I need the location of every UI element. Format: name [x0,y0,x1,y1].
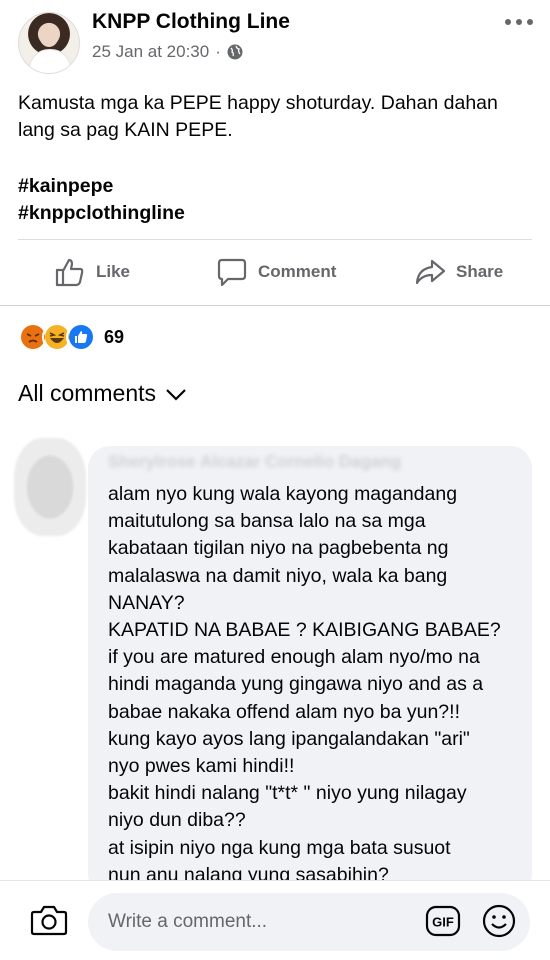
comment-line: alam nyo kung wala kayong magandang [108,483,458,505]
chevron-down-icon [166,388,186,401]
like-button[interactable]: Like [54,256,130,288]
like-reaction-icon [66,322,96,352]
hashtag-link[interactable]: #kainpepe [18,173,185,200]
comment-line: malalaswa na damit niyo, wala ka bang [108,564,448,587]
comment-icon [217,258,247,287]
comment-line: maitutulong sa bansa lalo na sa mga [108,510,426,533]
post-actions: Like Comment Share [0,242,550,304]
like-icon [55,258,84,287]
more-options-icon[interactable] [504,16,534,28]
comment-line: niyo dun diba?? [108,809,246,832]
commenter-avatar[interactable] [14,438,86,536]
share-icon [415,259,446,285]
comments-filter-label: All comments [18,380,157,406]
gif-label: GIF [432,915,454,930]
comments-filter[interactable]: All comments [18,380,188,407]
post-author[interactable]: KNPP Clothing Line [92,10,290,34]
reactions-summary[interactable]: 69 [18,322,124,352]
post-header: KNPP Clothing Line 25 Jan at 20:30 · [18,8,534,74]
commenter-name[interactable]: Sherylrose Alcazar Cornelio Dagang [108,452,468,472]
comment-line: nyo pwes kami hindi!! [108,755,295,778]
post-meta: 25 Jan at 20:30 · [92,42,243,62]
reaction-count: 69 [104,326,125,347]
comment-line: at isipin niyo nga kung mga bata susuot [108,836,451,859]
post-page: KNPP Clothing Line 25 Jan at 20:30 · Kam… [0,0,550,960]
divider [0,305,550,306]
comment-button[interactable]: Comment [216,256,336,288]
divider [18,239,532,240]
page-avatar[interactable] [18,12,80,74]
post-timestamp[interactable]: 25 Jan at 20:30 [92,42,209,62]
camera-icon[interactable] [30,903,68,937]
comment-text: alam nyo kung wala kayong magandang mait… [108,481,518,889]
comment-line: if you are matured enough alam nyo/mo na [108,646,480,669]
post-body-line: Kamusta mga ka PEPE happy shoturday. Dah… [18,92,498,114]
comment-line: hindi maganda yung gingawa niyo and as a [108,673,484,696]
comment-line: babae nakaka offend alam nyo ba yun?!! [108,700,460,723]
post-hashtags: #kainpepe #knppclothingline [18,173,185,227]
post-body-line: lang sa pag KAIN PEPE. [18,119,233,141]
comment-line: KAPATID NA BABAE ? KAIBIGANG BABAE? [108,619,501,642]
comment-input[interactable] [88,893,530,951]
share-label: Share [456,262,504,281]
like-label: Like [96,262,131,281]
comment-line: NANAY? [108,591,185,614]
emoji-icon[interactable] [481,903,517,939]
comment-composer: GIF [0,880,550,960]
share-button[interactable]: Share [414,256,503,288]
comment-line: bakit hindi nalang "t*t* " niyo yung nil… [108,782,467,805]
hashtag-link[interactable]: #knppclothingline [18,200,185,227]
post-body: Kamusta mga ka PEPE happy shoturday. Dah… [18,90,533,144]
comment-label: Comment [258,262,337,281]
gif-icon[interactable]: GIF [425,903,461,939]
comment-line: kung kayo ayos lang ipangalandakan "ari" [108,727,470,750]
globe-icon [227,44,243,60]
comment-line: kabataan tigilan niyo na pagbebenta ng [108,537,449,560]
meta-separator: · [215,42,221,61]
